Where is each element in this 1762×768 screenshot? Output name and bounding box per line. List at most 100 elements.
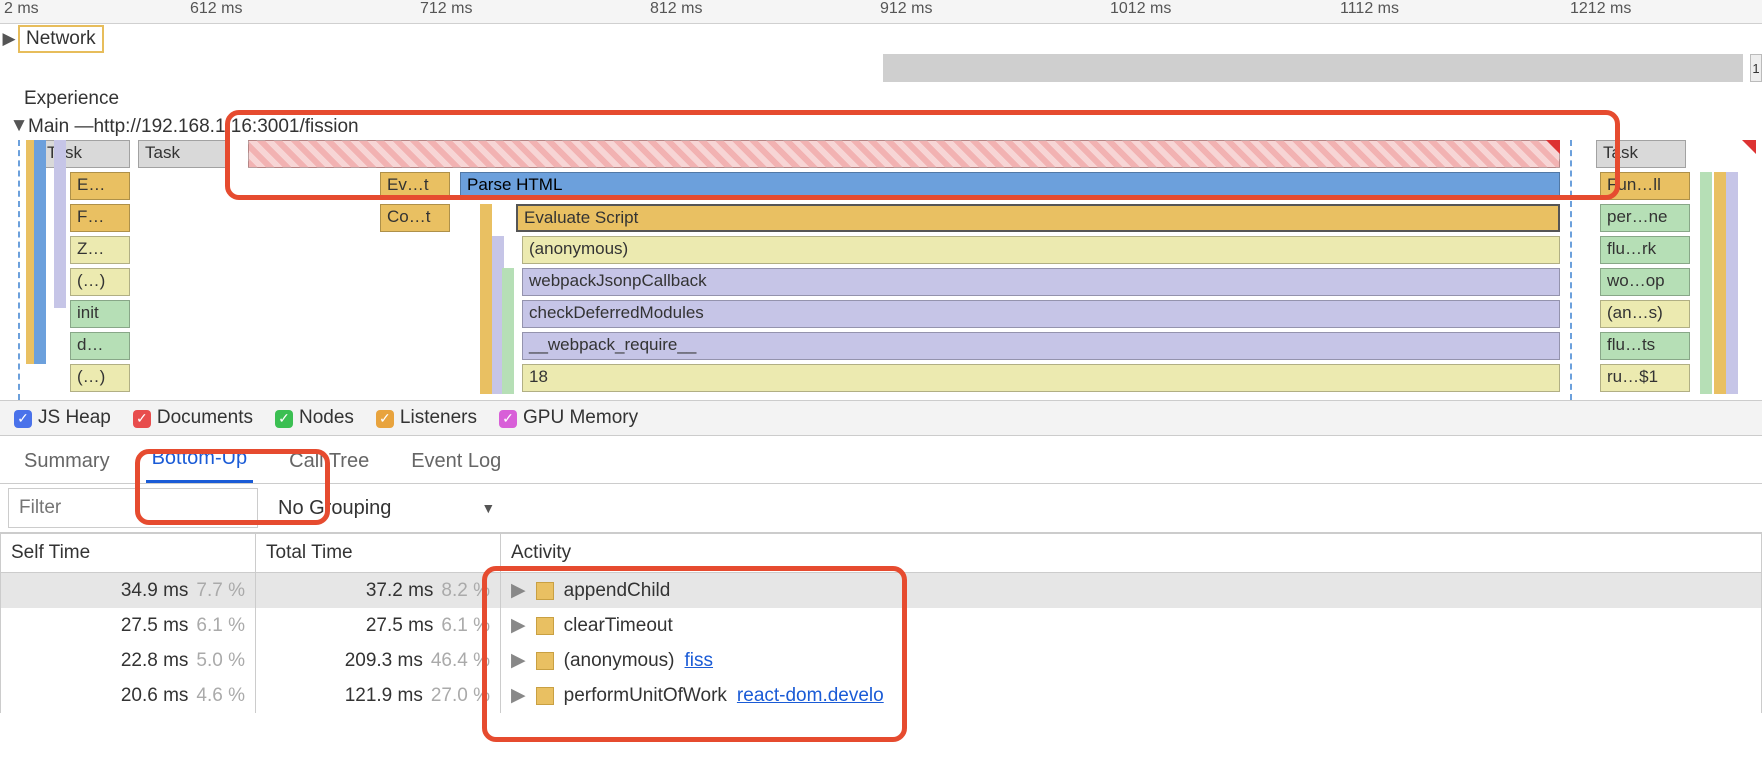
tab-event-log[interactable]: Event Log [405,446,507,483]
flame-bar[interactable]: flu…rk [1600,236,1690,264]
flame-anonymous[interactable]: (anonymous) [522,236,1560,264]
flame-webpack-require[interactable]: __webpack_require__ [522,332,1560,360]
flame-stripe[interactable] [502,268,514,394]
ruler-tick: 612 ms [190,0,242,18]
network-track-label: Network [18,25,104,53]
flame-bar[interactable]: ru…$1 [1600,364,1690,392]
activity-swatch-icon [536,687,554,705]
ruler-tick: 712 ms [420,0,472,18]
flame-stripe[interactable] [480,204,492,394]
grouping-select[interactable]: No Grouping ▼ [264,497,509,520]
network-bar[interactable] [883,54,1743,82]
flame-stripe[interactable] [1726,172,1738,394]
table-row[interactable]: 22.8 ms5.0 % 209.3 ms46.4 % ▶ (anonymous… [1,643,1762,678]
flame-long-task[interactable] [248,140,1560,168]
tab-call-tree[interactable]: Call Tree [283,446,375,483]
checkbox-icon: ✓ [499,410,517,428]
bottom-up-table: Self Time Total Time Activity 34.9 ms7.7… [0,533,1762,713]
main-track-header[interactable]: ▼ Main — http://192.168.1.16:3001/fissio… [0,114,1762,140]
flame-bar[interactable]: per…ne [1600,204,1690,232]
activity-name: performUnitOfWork [564,685,727,707]
chevron-right-icon[interactable]: ▶ [511,579,526,602]
activity-swatch-icon [536,617,554,635]
chevron-right-icon[interactable]: ▶ [511,614,526,637]
flame-stripe[interactable] [34,140,46,364]
checkbox-icon: ✓ [133,410,151,428]
mem-documents[interactable]: ✓ Documents [133,407,253,429]
flame-task[interactable]: Task [138,140,228,168]
grouping-value: No Grouping [278,497,391,520]
chevron-right-icon[interactable]: ▶ [511,649,526,672]
mem-label: Listeners [400,407,477,428]
cell-activity: ▶ performUnitOfWork react-dom.develo [501,678,1762,713]
table-row[interactable]: 20.6 ms4.6 % 121.9 ms27.0 % ▶ performUni… [1,678,1762,713]
activity-swatch-icon [536,652,554,670]
flame-bar[interactable]: Z… [70,236,130,264]
tab-bottom-up[interactable]: Bottom-Up [146,443,254,483]
chevron-right-icon[interactable]: ▶ [511,684,526,707]
table-row[interactable]: 34.9 ms7.7 % 37.2 ms8.2 % ▶ appendChild [1,573,1762,609]
col-self-time[interactable]: Self Time [1,534,256,573]
mem-jsheap[interactable]: ✓JS Heap [14,407,111,429]
flame-evaluate-script[interactable]: Evaluate Script [516,204,1560,232]
activity-swatch-icon [536,582,554,600]
flame-webpack-jsonp[interactable]: webpackJsonpCallback [522,268,1560,296]
table-header-row: Self Time Total Time Activity [1,534,1762,573]
ruler-tick: 812 ms [650,0,702,18]
cell-self-time: 22.8 ms5.0 % [1,643,256,678]
cell-total-time: 37.2 ms8.2 % [256,573,501,609]
flame-check-deferred[interactable]: checkDeferredModules [522,300,1560,328]
mem-label: Documents [157,407,253,428]
flame-parse-html[interactable]: Parse HTML [460,172,1560,200]
flame-bar[interactable]: Ev…t [380,172,450,200]
activity-name: (anonymous) [564,650,675,672]
ruler-tick: 2 ms [4,0,39,18]
flame-bar[interactable]: Fun…ll [1600,172,1690,200]
network-bar-tail[interactable]: 1 [1750,54,1762,82]
filter-input[interactable] [8,488,258,528]
activity-source-link[interactable]: react-dom.develo [737,685,884,707]
ruler-tick: 1212 ms [1570,0,1631,18]
flame-bar[interactable]: init [70,300,130,328]
network-track-header[interactable]: ▶ Network [0,24,1762,54]
flame-task[interactable]: Task [1596,140,1686,168]
experience-track-label: Experience [18,87,125,111]
col-total-time[interactable]: Total Time [256,534,501,573]
flame-bar[interactable]: F… [70,204,130,232]
mem-label: GPU Memory [523,407,638,428]
chevron-right-icon[interactable]: ▶ [0,29,18,49]
cell-self-time: 34.9 ms7.7 % [1,573,256,609]
mem-gpu[interactable]: ✓ GPU Memory [499,407,638,429]
flame-chart[interactable]: Task Task Task E… F… Z… (…) init d… (…) … [0,140,1762,400]
flame-bar[interactable]: (…) [70,268,130,296]
flame-bar[interactable]: d… [70,332,130,360]
cell-self-time: 20.6 ms4.6 % [1,678,256,713]
filter-toolbar: No Grouping ▼ [0,484,1762,533]
flame-bar[interactable]: Co…t [380,204,450,232]
flame-stripe[interactable] [1700,172,1712,394]
flame-bar[interactable]: flu…ts [1600,332,1690,360]
activity-source-link[interactable]: fiss [685,650,714,672]
main-track-prefix: Main — [28,116,93,138]
flame-stripe[interactable] [54,140,66,308]
flame-bar[interactable]: E… [70,172,130,200]
memory-legend-row: ✓JS Heap ✓ Documents ✓Nodes ✓ Listeners ✓ G… [0,400,1762,436]
flame-bar[interactable]: wo…op [1600,268,1690,296]
detail-tabs: Summary Bottom-Up Call Tree Event Log [0,436,1762,484]
chevron-down-icon[interactable]: ▼ [10,115,28,137]
mem-nodes[interactable]: ✓Nodes [275,407,354,429]
timeline-ruler[interactable]: 2 ms 612 ms 712 ms 812 ms 912 ms 1012 ms… [0,0,1762,24]
mem-label: JS Heap [38,407,111,428]
col-activity[interactable]: Activity [501,534,1762,573]
mem-listeners[interactable]: ✓ Listeners [376,407,477,429]
table-row[interactable]: 27.5 ms6.1 % 27.5 ms6.1 % ▶ clearTimeout [1,608,1762,643]
tab-summary[interactable]: Summary [18,446,116,483]
cell-total-time: 27.5 ms6.1 % [256,608,501,643]
flame-bar[interactable]: (an…s) [1600,300,1690,328]
flame-stripe[interactable] [1714,172,1726,394]
experience-track-header[interactable]: ▶ Experience [0,84,1762,114]
cell-total-time: 121.9 ms27.0 % [256,678,501,713]
flame-bar[interactable]: (…) [70,364,130,392]
checkbox-icon: ✓ [376,410,394,428]
flame-frame-18[interactable]: 18 [522,364,1560,392]
